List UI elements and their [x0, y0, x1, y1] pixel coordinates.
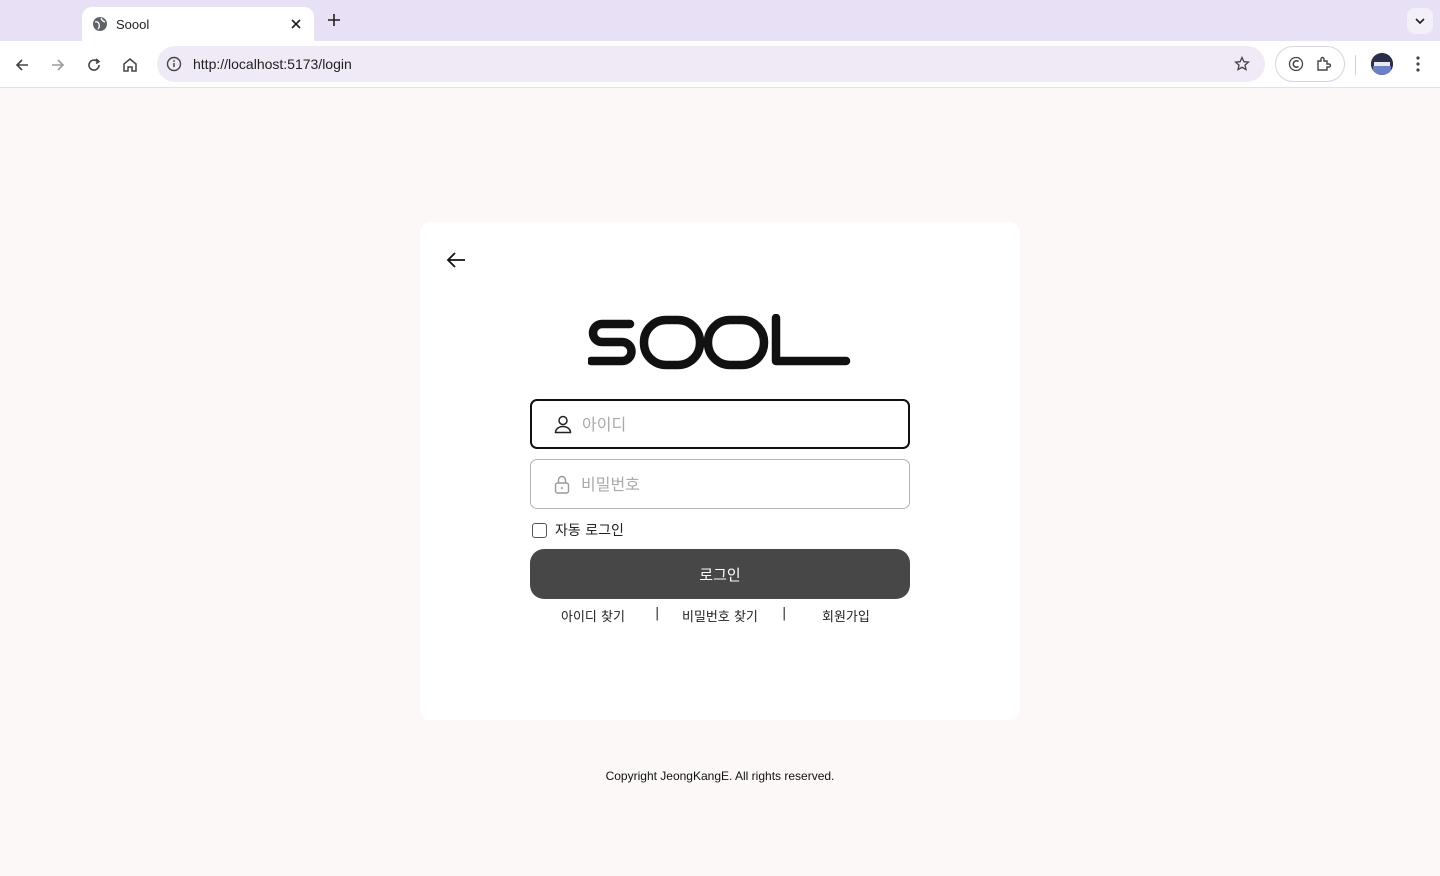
- id-input[interactable]: [582, 414, 882, 434]
- logo: [588, 314, 851, 370]
- auto-login-option[interactable]: 자동 로그인: [532, 520, 624, 540]
- back-arrow-icon[interactable]: [10, 53, 34, 77]
- avatar[interactable]: [1371, 53, 1393, 75]
- footer-copyright: Copyright JeongKangE. All rights reserve…: [605, 769, 835, 783]
- plus-icon[interactable]: [324, 10, 344, 30]
- id-field[interactable]: [530, 399, 910, 449]
- tab-strip: Soool: [0, 0, 1440, 41]
- address-bar[interactable]: http://localhost:5173/login: [157, 46, 1265, 82]
- home-icon[interactable]: [118, 53, 142, 77]
- info-icon[interactable]: [165, 55, 183, 73]
- password-field[interactable]: [530, 459, 910, 509]
- browser-tab[interactable]: Soool: [82, 7, 314, 41]
- browser-toolbar: http://localhost:5173/login: [0, 41, 1440, 88]
- kebab-icon[interactable]: [1408, 53, 1428, 75]
- signup-link[interactable]: 회원가입: [822, 606, 870, 625]
- chevron-down-icon[interactable]: [1407, 8, 1433, 34]
- account-links: 아이디 찾기 | 비밀번호 찾기 | 회원가입: [530, 606, 910, 626]
- extension-icon[interactable]: [1286, 54, 1306, 74]
- globe-icon: [92, 16, 108, 32]
- puzzle-icon[interactable]: [1314, 54, 1334, 74]
- reload-icon[interactable]: [82, 53, 106, 77]
- auto-login-label[interactable]: 자동 로그인: [555, 520, 624, 540]
- auto-login-checkbox[interactable]: [532, 522, 547, 538]
- link-separator: |: [655, 606, 660, 621]
- close-icon[interactable]: [288, 16, 304, 32]
- arrow-left-icon[interactable]: [446, 248, 466, 272]
- login-card: 자동 로그인 로그인 아이디 찾기 | 비밀번호 찾기 | 회원가입: [420, 222, 1020, 720]
- url-text[interactable]: http://localhost:5173/login: [193, 56, 1233, 72]
- link-separator: |: [782, 606, 787, 621]
- lock-icon: [551, 473, 573, 495]
- login-button[interactable]: 로그인: [530, 549, 910, 599]
- extensions-group: [1275, 46, 1345, 82]
- find-password-link[interactable]: 비밀번호 찾기: [682, 606, 758, 625]
- tab-title: Soool: [116, 16, 150, 32]
- star-icon[interactable]: [1233, 55, 1251, 73]
- password-input[interactable]: [581, 474, 881, 494]
- forward-arrow-icon[interactable]: [46, 53, 70, 77]
- toolbar-divider: [1355, 55, 1356, 75]
- find-id-link[interactable]: 아이디 찾기: [561, 606, 625, 625]
- user-icon: [552, 413, 574, 435]
